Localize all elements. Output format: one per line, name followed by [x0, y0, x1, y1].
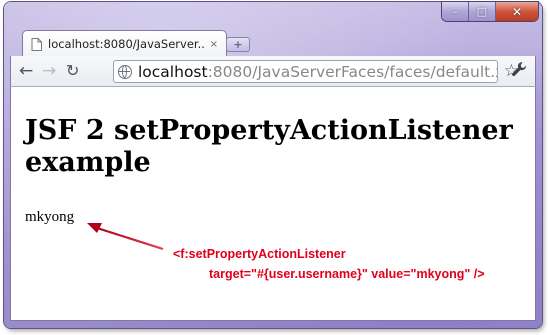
page-content: JSF 2 setPropertyActionListener example …	[10, 87, 536, 321]
url-path: :8080/JavaServerFaces/faces/default.xhtm…	[207, 62, 497, 81]
globe-icon	[118, 64, 132, 79]
annotation-line-1: <f:setPropertyActionListener	[173, 247, 346, 261]
tab-title: localhost:8080/JavaServer...	[48, 37, 204, 51]
window-caption-buttons: – □ ✕	[442, 2, 538, 21]
reload-icon[interactable]: ↻	[66, 62, 79, 80]
address-bar[interactable]: localhost:8080/JavaServerFaces/faces/def…	[113, 60, 519, 83]
wrench-icon[interactable]	[511, 61, 528, 78]
minimize-button[interactable]: –	[442, 2, 469, 21]
browser-tab[interactable]: localhost:8080/JavaServer... ×	[22, 30, 227, 57]
annotation-arrow-icon	[87, 223, 164, 251]
new-tab-button[interactable]: +	[226, 37, 250, 52]
maximize-button[interactable]: □	[469, 2, 496, 21]
annotation-line-2: target="#{user.username}" value="mkyong"…	[209, 267, 485, 281]
url-host: localhost	[138, 62, 208, 81]
close-window-button[interactable]: ✕	[496, 2, 538, 21]
browser-toolbar: ← → ↻ localhost:8080/JavaServerFaces/fac…	[10, 56, 536, 87]
forward-arrow-icon[interactable]: →	[42, 62, 56, 80]
page-icon	[31, 37, 42, 51]
tab-close-icon[interactable]: ×	[210, 39, 218, 50]
back-arrow-icon[interactable]: ←	[19, 62, 33, 80]
url-text[interactable]: localhost:8080/JavaServerFaces/faces/def…	[138, 63, 497, 81]
